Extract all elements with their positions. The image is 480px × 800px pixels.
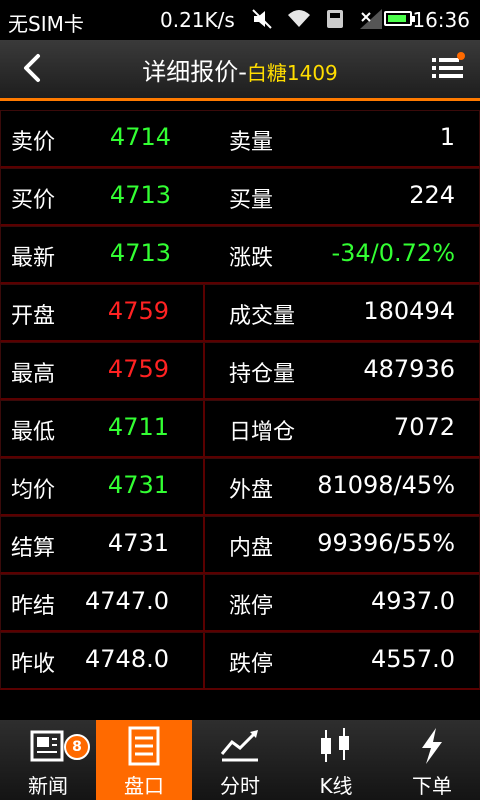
news-badge: 8 [64,734,90,760]
battery-level [388,15,406,22]
quote-row: 最新 4713 涨跌 -34/0.72% [0,226,480,284]
quote-row-left: 最新 4713 [1,227,205,282]
status-bar: 无SIM卡 0.21K/s 16:36 [0,0,480,40]
quote-value: 7072 [393,413,455,441]
quote-label: 内盘 [229,536,274,561]
quote-row-left: 结算 4731 [1,517,205,572]
title-bar: 详细报价-白糖1409 [0,40,480,101]
lightning-icon [422,728,442,764]
quote-row: 昨结 4747.0 涨停 4937.0 [0,574,480,632]
page-title-main: 详细报价- [142,58,247,86]
nav-quote-label: 盘口 [124,774,164,798]
quote-value: 4748.0 [85,645,169,673]
quote-value: 4731 [107,471,169,499]
quote-label: 昨结 [11,594,56,619]
carrier-text: 无SIM卡 [8,12,84,36]
menu-icon[interactable] [432,52,466,82]
page-title: 详细报价-白糖1409 [0,52,480,87]
quote-label: 最新 [11,246,56,271]
network-speed: 0.21K/s [160,8,235,32]
candlestick-icon [321,728,349,762]
quote-label: 持仓量 [229,362,296,387]
quote-label: 外盘 [229,478,274,503]
quote-row-left: 卖价 4714 [1,111,205,166]
quote-value: 81098/45% [317,471,455,499]
nav-timeshare[interactable]: 分时 [192,720,288,800]
quote-label: 买价 [11,188,56,213]
quote-value: 4713 [109,181,171,209]
quote-row: 开盘 4759 成交量 180494 [0,284,480,342]
wifi-icon [288,10,310,27]
nav-order[interactable]: 下单 [384,720,480,800]
nav-order-label: 下单 [412,774,452,798]
quote-value: 4937.0 [371,587,455,615]
quote-label: 卖价 [11,130,56,155]
quote-label: 昨收 [11,652,56,677]
quote-row-left: 最低 4711 [1,401,205,456]
quote-value: 4747.0 [85,587,169,615]
quote-label: 涨跌 [229,246,274,271]
quote-label: 成交量 [229,304,296,329]
quote-row-left: 昨收 4748.0 [1,633,205,688]
quote-value: -34/0.72% [331,239,455,267]
quote-table: 卖价 4714 卖量 1 买价 4713 买量 224 最新 4713 涨跌 -34/0.72% 开盘 4… [0,110,480,690]
quote-row: 结算 4731 内盘 99396/55% [0,516,480,574]
quote-value: 224 [409,181,455,209]
nav-news-label: 新闻 [28,774,68,798]
quote-row: 最高 4759 持仓量 487936 [0,342,480,400]
quote-value: 4731 [107,529,169,557]
bottom-nav: 8 新闻 盘口 分时 K线 下单 [0,720,480,800]
quote-label: 最高 [11,362,56,387]
timeshare-chart-icon [220,730,258,762]
quote-label: 跌停 [229,652,274,677]
quote-value: 4713 [109,239,171,267]
quote-row-left: 开盘 4759 [1,285,205,340]
quote-value: 1 [439,123,455,151]
quote-row: 卖价 4714 卖量 1 [0,110,480,168]
mute-icon [252,9,272,29]
nav-timeshare-label: 分时 [220,774,260,798]
quote-label: 均价 [11,478,56,503]
quote-value: 4759 [107,297,169,325]
news-icon [30,730,64,762]
quote-row: 最低 4711 日增仓 7072 [0,400,480,458]
nav-kline[interactable]: K线 [288,720,384,800]
contract-code: 白糖1409 [246,61,338,85]
sd-card-icon [327,10,343,28]
quote-value: 4557.0 [371,645,455,673]
quote-value: 99396/55% [317,529,455,557]
quote-label: 涨停 [229,594,274,619]
quote-row-left: 最高 4759 [1,343,205,398]
nav-kline-label: K线 [319,774,353,798]
quote-row: 买价 4713 买量 224 [0,168,480,226]
clock: 16:36 [412,8,470,32]
quote-value: 4714 [109,123,171,151]
nav-news[interactable]: 8 新闻 [0,720,96,800]
quote-row-left: 均价 4731 [1,459,205,514]
quote-label: 买量 [229,188,274,213]
quote-row-left: 买价 4713 [1,169,205,224]
quote-label: 开盘 [11,304,56,329]
status-icons [250,7,384,31]
quote-value: 487936 [363,355,455,383]
quote-row-left: 昨结 4747.0 [1,575,205,630]
quote-value: 4759 [107,355,169,383]
nav-quote[interactable]: 盘口 [96,720,192,800]
battery-icon [384,11,415,26]
quote-row: 昨收 4748.0 跌停 4557.0 [0,632,480,690]
quote-value: 4711 [107,413,169,441]
quote-value: 180494 [363,297,455,325]
quote-board-icon [128,726,160,766]
quote-label: 结算 [11,536,56,561]
quote-label: 最低 [11,420,56,445]
quote-label: 日增仓 [229,420,296,445]
quote-row: 均价 4731 外盘 81098/45% [0,458,480,516]
signal-icon [360,9,382,29]
quote-label: 卖量 [229,130,274,155]
